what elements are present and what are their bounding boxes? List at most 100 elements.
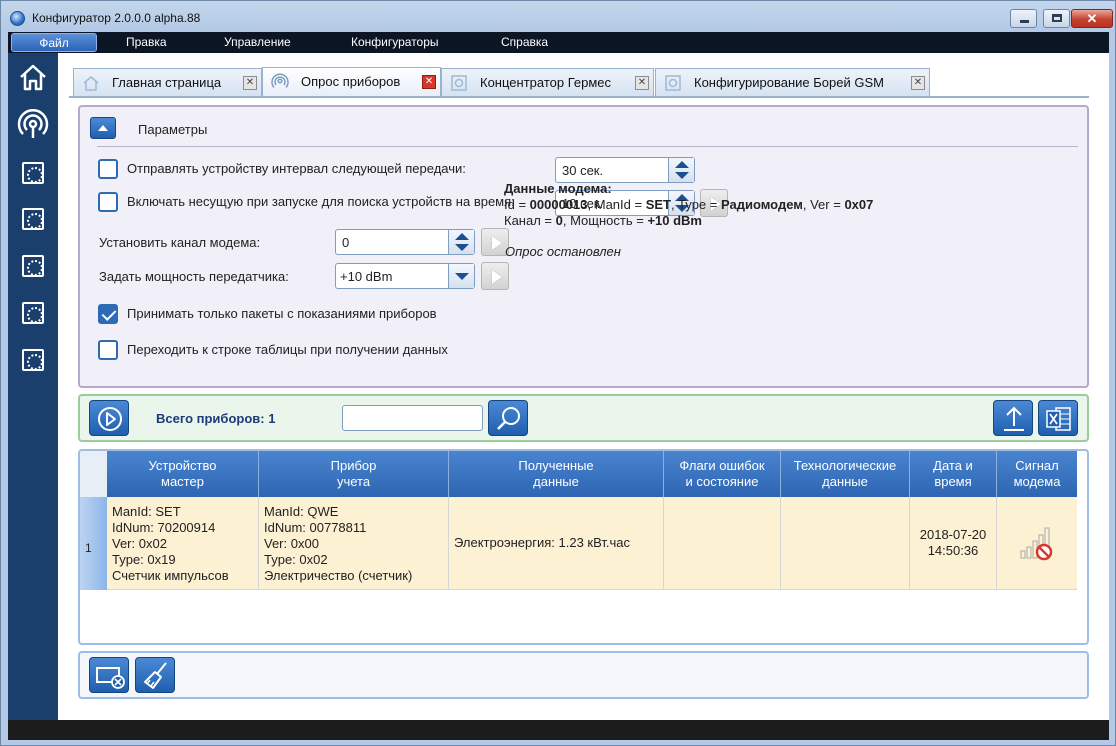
menu-configurators[interactable]: Конфигураторы [351,35,439,49]
clear-devices-button[interactable] [89,657,129,693]
modem-ver-label: , Ver = [802,197,845,212]
tab-hermes[interactable]: Концентратор Гермес ✕ [441,68,654,96]
sidebar-config-button-1[interactable] [17,157,49,189]
menu-control[interactable]: Управление [224,35,291,49]
sidebar-polling-button[interactable] [17,108,49,141]
close-window-button[interactable]: ✕ [1071,9,1113,28]
modem-type: Радиомодем [720,197,803,212]
main-area: Главная страница ✕ Опрос приборов ✕ Конц… [58,53,1109,720]
goto-row-checkbox[interactable] [98,340,118,360]
gear-icon [665,75,681,91]
only-readings-label: Принимать только пакеты с показаниями пр… [127,306,437,321]
master-kind: Счетчик импульсов [112,568,229,583]
master-type: Type: 0x19 [112,552,176,567]
tab-label: Конфигурирование Борей GSM [694,75,884,90]
title-bar: Конфигуратор 2.0.0.0 alpha.88 ✕ [1,1,1115,33]
menu-bar: Файл Правка Управление Конфигураторы Спр… [8,32,1109,53]
chevron-down-icon[interactable] [448,264,474,288]
device-count: Всего приборов: 1 [156,411,276,426]
send-interval-spinner[interactable]: 30 сек. [555,157,695,183]
tab-close-button[interactable]: ✕ [422,75,436,89]
spinner-arrows[interactable] [448,230,474,254]
row-date: 2018-07-20 [919,527,987,542]
modem-power: +10 dBm [647,213,702,228]
search-icon [497,407,520,430]
sidebar-config-button-2[interactable] [17,203,49,235]
power-label: Задать мощность передатчика: [99,269,289,284]
play-icon [98,407,122,431]
meter-ver: Ver: 0x00 [264,536,319,551]
divider [97,146,1078,147]
search-input[interactable] [342,405,483,431]
menu-file[interactable]: Файл [11,33,97,52]
clear-table-button[interactable] [135,657,175,693]
sidebar-config-button-4[interactable] [17,297,49,329]
menu-help[interactable]: Справка [501,35,548,49]
cell-data: Электроэнергия: 1.23 кВт.час [449,497,664,590]
meter-manid: ManId: QWE [264,504,339,519]
status-bar [8,720,1109,740]
sidebar-config-button-5[interactable] [17,344,49,376]
modem-channel: 0 [555,213,563,228]
gear-icon [22,208,44,230]
menu-edit[interactable]: Правка [126,35,167,49]
no-signal-icon [1020,527,1053,561]
maximize-button[interactable] [1043,9,1070,28]
sidebar-config-button-3[interactable] [17,250,49,282]
collapse-parameters-button[interactable] [90,117,116,139]
minimize-button[interactable] [1010,9,1037,28]
tab-close-button[interactable]: ✕ [635,76,649,90]
gear-icon [22,302,44,324]
tab-close-button[interactable]: ✕ [243,76,257,90]
column-header-tech[interactable]: Технологические данные [781,451,910,497]
send-interval-checkbox[interactable] [98,159,118,179]
app-window: Конфигуратор 2.0.0.0 alpha.88 ✕ Файл Пра… [0,0,1116,746]
table-corner [80,451,107,497]
power-select[interactable]: +10 dBm [335,263,475,289]
modem-info: Данные модема: Id = 00000013, ManId = SE… [504,181,873,229]
modem-power-label: , Мощность = [562,213,648,228]
channel-value: 0 [342,235,350,250]
sidebar-home-button[interactable] [17,61,49,93]
excel-icon [1046,407,1071,431]
sidebar [8,53,58,720]
tab-polling[interactable]: Опрос приборов ✕ [262,67,441,97]
power-apply-button[interactable] [481,262,509,290]
home-icon [20,64,46,91]
cell-master: ManId: SET IdNum: 70200914 Ver: 0x02 Typ… [107,497,259,590]
export-button[interactable] [993,400,1033,436]
start-polling-button[interactable] [89,400,129,436]
search-button[interactable] [488,400,528,436]
globe-icon [10,11,25,26]
row-number: 1 [80,497,107,590]
modem-id: 00000013 [529,197,588,212]
tab-borey[interactable]: Конфигурирование Борей GSM ✕ [655,68,930,96]
column-header-master[interactable]: Устройство мастер [107,451,259,497]
column-header-datetime[interactable]: Дата и время [910,451,997,497]
master-manid: ManId: SET [112,504,181,519]
only-readings-checkbox[interactable] [98,304,118,324]
spinner-arrows[interactable] [668,158,694,182]
modem-manid-label: , ManId = [587,197,646,212]
table-row[interactable]: 1 ManId: SET IdNum: 70200914 Ver: 0x02 T… [80,497,1077,590]
bottom-toolbar [78,651,1089,699]
parameters-title: Параметры [138,122,208,137]
carrier-label: Включать несущую при запуске для поиска … [127,194,515,209]
send-interval-label: Отправлять устройству интервал следующей… [127,161,466,176]
carrier-checkbox[interactable] [98,192,118,212]
column-header-meter[interactable]: Прибор учета [259,451,449,497]
meter-type: Type: 0x02 [264,552,328,567]
tab-home[interactable]: Главная страница ✕ [73,68,262,96]
row-time: 14:50:36 [927,543,979,558]
channel-spinner[interactable]: 0 [335,229,475,255]
column-header-signal[interactable]: Сигнал модема [997,451,1077,497]
tab-close-button[interactable]: ✕ [911,76,925,90]
upload-icon [1004,406,1024,431]
column-header-data[interactable]: Полученные данные [449,451,664,497]
delete-row-icon [96,667,125,689]
cell-flags [664,497,781,590]
column-header-flags[interactable]: Флаги ошибок и состояние [664,451,781,497]
devices-table: Устройство мастер Прибор учета Полученны… [78,449,1089,645]
tab-strip-divider [69,96,1089,98]
export-excel-button[interactable] [1038,400,1078,436]
